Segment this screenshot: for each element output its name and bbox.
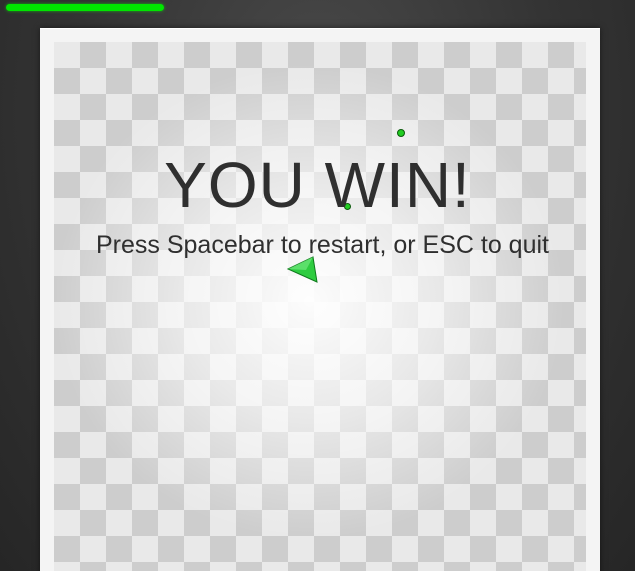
arena-frame bbox=[40, 28, 600, 571]
green-orb-icon bbox=[397, 129, 405, 137]
arena-checkerboard bbox=[54, 42, 586, 571]
health-bar bbox=[6, 4, 164, 11]
triangle-ship-icon bbox=[286, 256, 318, 283]
arena-light-glow bbox=[54, 42, 586, 571]
health-bar-fill bbox=[6, 4, 164, 11]
win-title: YOU WIN! bbox=[164, 149, 471, 221]
game-screen: YOU WIN! Press Spacebar to restart, or E… bbox=[0, 0, 635, 571]
